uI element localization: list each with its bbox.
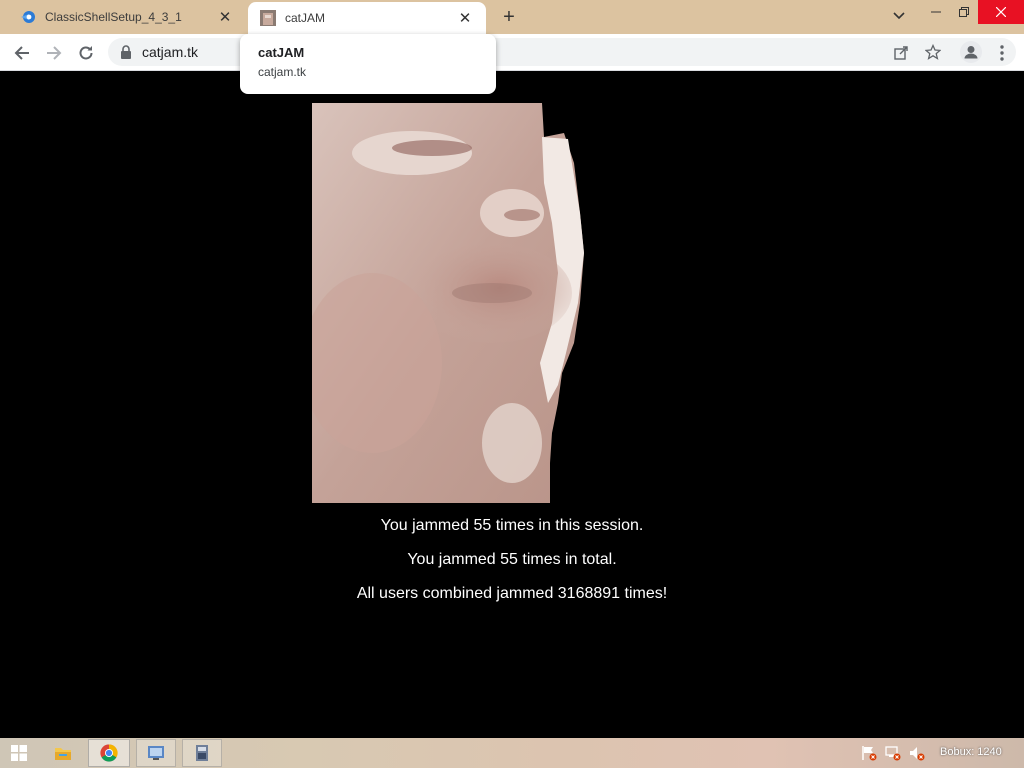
back-button[interactable] — [8, 39, 36, 67]
installer-icon — [196, 745, 208, 761]
browser-toolbar: catjam.tk — [0, 34, 1024, 71]
close-tab-icon[interactable]: ✕ — [216, 8, 234, 26]
new-tab-button[interactable]: + — [498, 6, 520, 28]
action-center-flag-icon[interactable] — [860, 744, 878, 762]
minimize-icon — [931, 11, 941, 13]
taskbar-app-window[interactable] — [136, 739, 176, 767]
global-jam-count: All users combined jammed 3168891 times! — [356, 585, 668, 602]
catjam-cat-image[interactable] — [312, 103, 602, 503]
classicshell-icon — [21, 11, 35, 23]
forward-button[interactable] — [40, 39, 68, 67]
taskbar-clock-label[interactable]: Bobux: 1240 — [940, 746, 1002, 758]
taskbar-installer[interactable] — [182, 739, 222, 767]
total-jam-count: You jammed 55 times in total. — [407, 551, 617, 568]
chevron-down-icon — [893, 12, 905, 20]
reload-icon — [79, 46, 93, 60]
close-window-button[interactable] — [978, 0, 1024, 24]
hover-card-title: catJAM — [258, 45, 305, 60]
tab-classicshell[interactable]: ClassicShellSetup_4_3_1 ✕ — [8, 0, 246, 34]
taskbar-chrome[interactable] — [88, 739, 130, 767]
back-arrow-icon — [14, 46, 29, 60]
close-tab-icon[interactable]: ✕ — [456, 9, 474, 27]
bookmark-star-icon[interactable] — [920, 39, 946, 65]
page-content: You jammed 55 times in this session. You… — [0, 71, 1024, 738]
session-jam-count: You jammed 55 times in this session. — [380, 517, 644, 534]
reload-button[interactable] — [72, 39, 100, 67]
profile-avatar-button[interactable] — [958, 39, 984, 65]
tab-title: ClassicShellSetup_4_3_1 — [45, 10, 182, 24]
chrome-icon — [100, 744, 118, 762]
profile-icon — [960, 41, 982, 63]
lock-icon[interactable] — [120, 45, 132, 59]
start-icon — [11, 745, 27, 761]
file-explorer-icon — [55, 748, 71, 760]
volume-muted-icon[interactable] — [908, 744, 926, 762]
app-window-icon — [148, 746, 164, 760]
tab-title: catJAM — [285, 11, 326, 25]
catjam-favicon — [260, 10, 276, 26]
share-icon[interactable] — [888, 39, 914, 65]
close-icon — [996, 7, 1006, 17]
tab-strip: ClassicShellSetup_4_3_1 ✕ catJAM ✕ + — [0, 0, 1024, 34]
hover-card-domain: catjam.tk — [258, 65, 307, 79]
tab-search-button[interactable] — [886, 4, 912, 28]
kebab-menu-icon — [1000, 45, 1004, 61]
tab-catjam[interactable]: catJAM ✕ — [248, 2, 486, 34]
taskbar-file-explorer[interactable] — [46, 739, 80, 767]
start-button[interactable] — [4, 739, 34, 767]
restore-button[interactable] — [950, 0, 978, 24]
browser-menu-button[interactable] — [990, 39, 1014, 67]
minimize-button[interactable] — [922, 0, 950, 24]
forward-arrow-icon — [47, 46, 62, 60]
restore-icon — [959, 7, 969, 17]
tab-hover-card: catJAM catjam.tk — [240, 34, 496, 94]
network-disconnected-icon[interactable] — [884, 744, 902, 762]
taskbar: Bobux: 1240 — [0, 738, 1024, 768]
